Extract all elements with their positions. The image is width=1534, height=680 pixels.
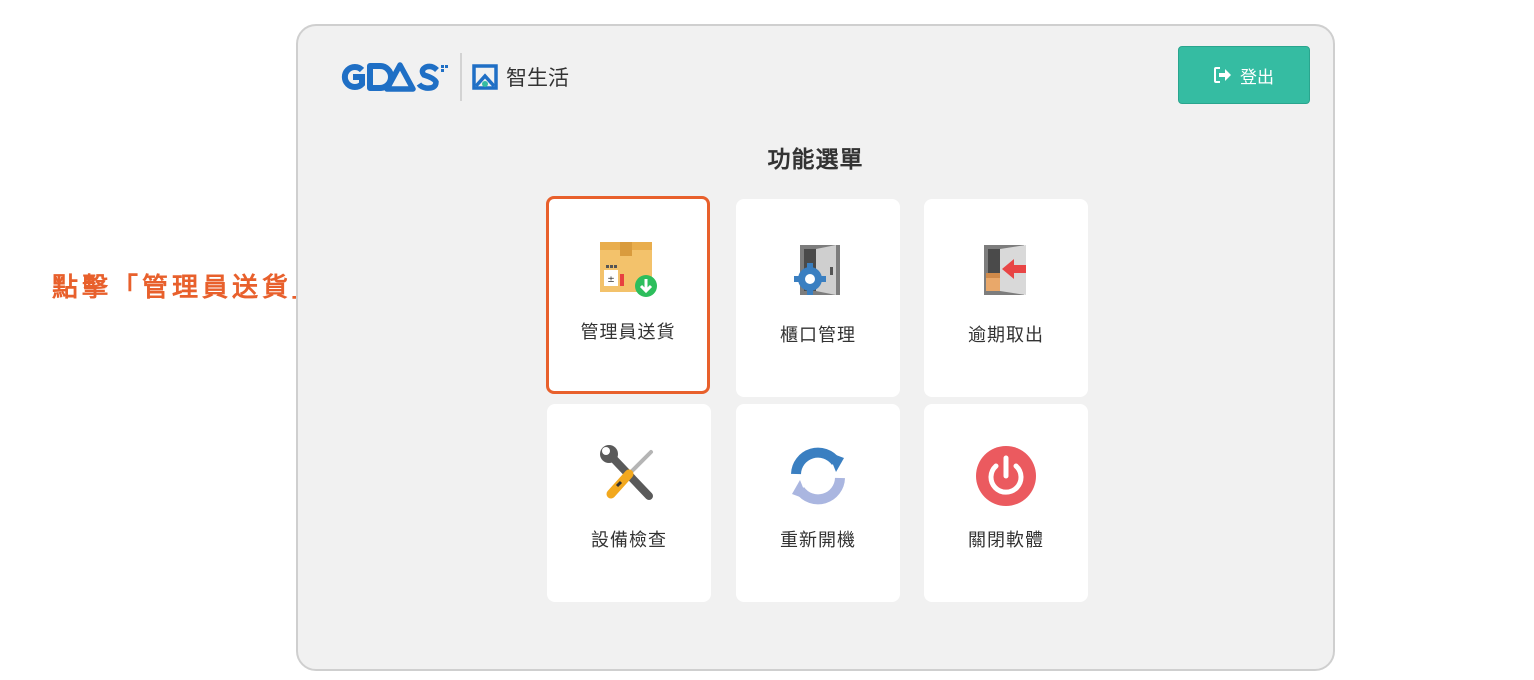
svg-text:±: ± [607,275,615,285]
instruction-text: 點擊「管理員送貨」 [52,272,323,303]
menu-item-label: 重新開機 [780,530,856,551]
page-title: 功能選單 [767,147,864,173]
menu-item-restart[interactable]: 重新開機 [736,404,900,602]
locker-gear-icon [794,245,840,295]
menu-item-label: 管理員送貨 [580,322,676,343]
menu-item-locker-management[interactable]: 櫃口管理 [736,199,900,397]
gdas-logo [341,62,448,92]
menu-item-admin-delivery[interactable]: ± 管理員送貨 [546,196,710,394]
menu-item-label: 關閉軟體 [968,530,1044,551]
brand-name: 智生活 [506,66,569,90]
menu-item-label: 逾期取出 [968,325,1044,346]
menu-item-overdue-retrieve[interactable]: 逾期取出 [924,199,1088,397]
menu-item-label: 櫃口管理 [780,325,856,346]
menu-item-label: 設備檢查 [591,530,667,551]
tools-icon [600,445,653,500]
logout-label: 登出 [1240,67,1274,88]
menu-item-close-software[interactable]: 關閉軟體 [924,404,1088,602]
package-download-icon: ± [600,242,657,297]
power-icon [976,446,1036,506]
logo-divider [460,53,462,101]
locker-retrieve-icon [984,245,1026,295]
logout-button[interactable]: 登出 [1178,46,1310,104]
app-window: 智生活 登出 功能選單 ± 管理員送貨 櫃口管理 逾期取出 設備檢查 重新開機 … [296,24,1335,671]
sign-out-icon [1214,67,1231,83]
restart-icon [791,447,845,505]
smart-living-logo-icon [472,64,498,90]
menu-item-device-check[interactable]: 設備檢查 [547,404,711,602]
header-logo: 智生活 [340,52,569,102]
